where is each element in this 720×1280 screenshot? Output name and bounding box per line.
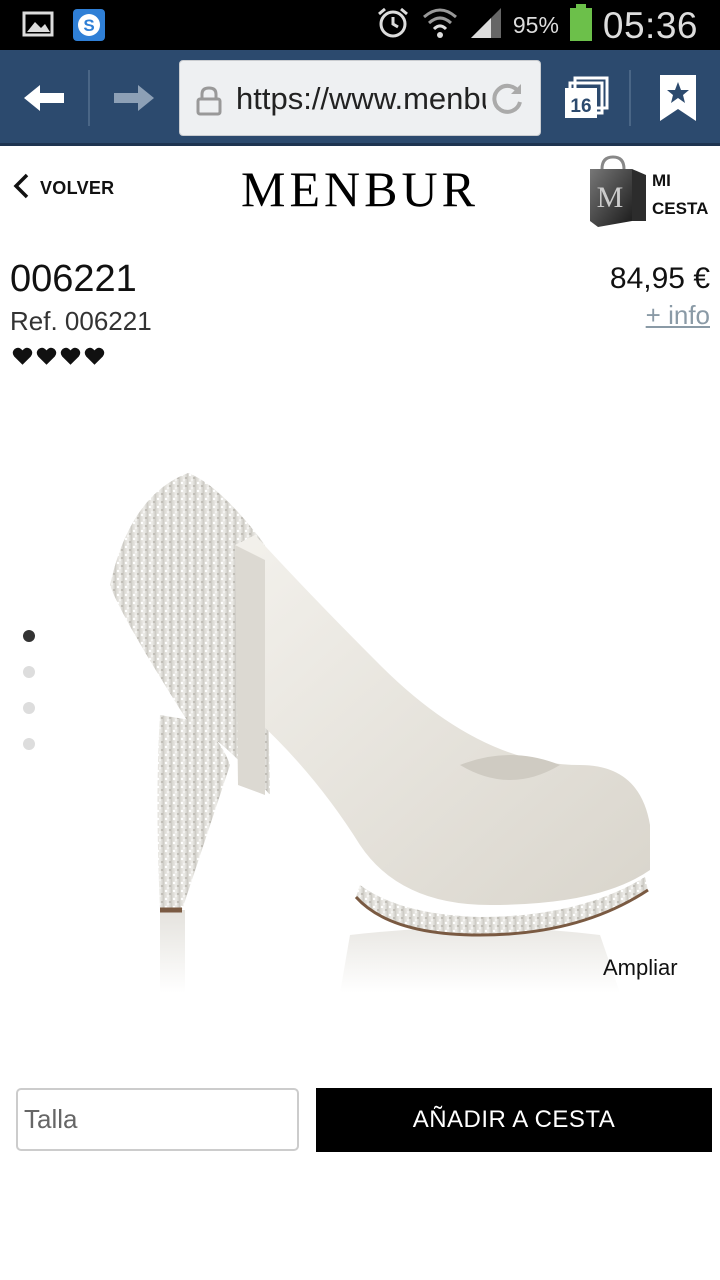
browser-toolbar: https://www.menbur.com 16 (0, 50, 720, 146)
more-info-link[interactable]: + info (646, 300, 710, 331)
product-rating (12, 346, 105, 366)
heart-icon (60, 347, 81, 365)
gallery-dot[interactable] (23, 702, 35, 714)
address-bar[interactable]: https://www.menbur.com (179, 60, 541, 136)
status-bar-left: S (22, 8, 106, 47)
product-image[interactable] (60, 465, 700, 995)
gallery-dot[interactable] (23, 666, 35, 678)
add-to-cart-button[interactable]: AÑADIR A CESTA (316, 1088, 712, 1152)
gallery-dot[interactable] (23, 738, 35, 750)
svg-text:S: S (83, 16, 94, 35)
back-label: VOLVER (40, 178, 115, 198)
product-name: 006221 (10, 258, 137, 300)
signal-icon (469, 6, 503, 45)
lock-icon (196, 86, 222, 121)
status-bar: S 95% 05:36 (0, 0, 720, 50)
gallery-icon (22, 8, 54, 47)
clock: 05:36 (602, 4, 698, 46)
toolbar-divider (88, 70, 90, 126)
gallery-pagination (23, 630, 35, 750)
svg-text:M: M (597, 181, 624, 214)
size-input[interactable] (16, 1088, 299, 1151)
toolbar-divider (629, 70, 631, 126)
zoom-link[interactable]: Ampliar (603, 955, 678, 981)
url-text[interactable]: https://www.menbur.com (236, 81, 486, 117)
tabs-icon[interactable]: 16 (558, 70, 614, 126)
heart-icon (12, 347, 33, 365)
heart-icon (84, 347, 105, 365)
skype-icon: S (72, 8, 106, 47)
tab-count: 16 (570, 96, 591, 117)
status-bar-right: 95% 05:36 (375, 4, 698, 47)
product-price: 84,95 € (609, 262, 710, 295)
site-logo[interactable]: MENBUR (240, 160, 480, 218)
cart-label-line2: CESTA (652, 199, 709, 218)
back-arrow-icon[interactable] (16, 70, 72, 126)
cart-label[interactable]: MI CESTA (652, 167, 718, 223)
reload-icon[interactable] (488, 79, 526, 122)
bookmark-star-icon[interactable] (650, 70, 706, 126)
battery-percent: 95% (512, 12, 559, 38)
battery-icon (569, 4, 593, 47)
chevron-left-icon (12, 172, 30, 205)
forward-arrow-icon[interactable] (106, 70, 162, 126)
alarm-icon (375, 5, 411, 46)
wifi-icon (421, 5, 459, 46)
cart-label-line1: MI (652, 171, 671, 190)
gallery-dot[interactable] (23, 630, 35, 642)
heart-icon (36, 347, 57, 365)
product-reference: Ref. 006221 (10, 306, 152, 336)
shopping-bag-icon[interactable]: M (588, 155, 650, 236)
back-link[interactable]: VOLVER (12, 172, 114, 205)
